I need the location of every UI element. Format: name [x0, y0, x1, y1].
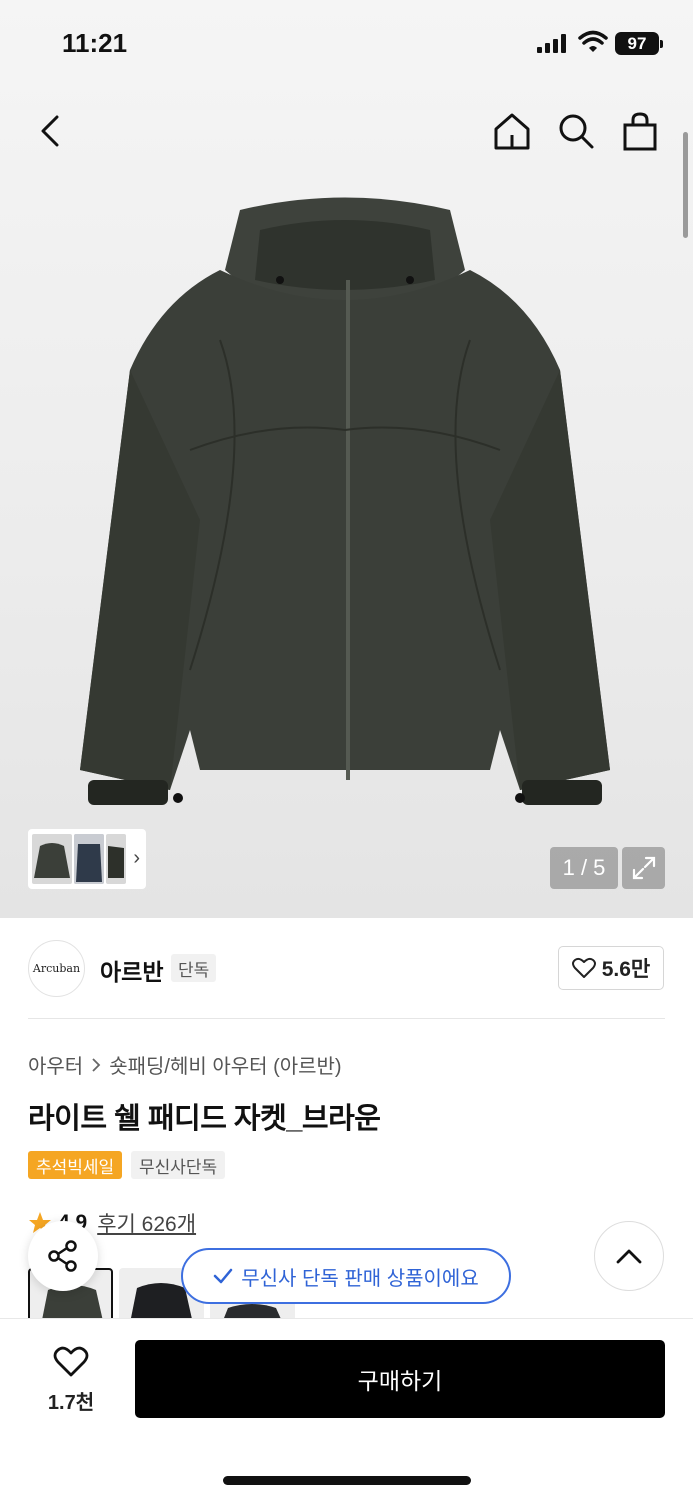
toast-text: 무신사 단독 판매 상품이에요: [241, 1267, 479, 1290]
search-button[interactable]: [553, 108, 599, 154]
home-indicator[interactable]: [223, 1476, 471, 1485]
product-image: [80, 197, 610, 805]
buy-button[interactable]: 구매하기: [135, 1340, 665, 1418]
back-button[interactable]: [28, 108, 74, 154]
exclusive-tag: 단독: [171, 954, 217, 982]
chevron-left-icon: [41, 115, 59, 147]
thumbnail-2[interactable]: [74, 834, 104, 884]
thumbnail-3[interactable]: [106, 834, 126, 884]
check-icon: [214, 1268, 233, 1284]
home-icon: [494, 113, 530, 150]
thumbnail-strip[interactable]: ›: [28, 829, 146, 889]
exclusive-toast: 무신사 단독 판매 상품이에요: [181, 1248, 511, 1304]
product-image-area[interactable]: › 1 / 5: [0, 0, 693, 918]
shopping-bag-icon: [623, 112, 657, 151]
scroll-top-button[interactable]: [594, 1221, 664, 1291]
product-page: › 1 / 5 11:21 97 Arcuban 아르반 단독 5.6만 아우터…: [0, 0, 693, 1500]
share-button[interactable]: [28, 1221, 98, 1291]
image-counter: 1 / 5: [550, 847, 618, 889]
wishlist-button[interactable]: 1.7천: [30, 1340, 112, 1420]
brand-like-button[interactable]: 5.6만: [558, 946, 664, 990]
share-icon: [48, 1240, 77, 1272]
cart-button[interactable]: [617, 108, 663, 154]
battery-indicator: 97: [615, 32, 663, 55]
home-button[interactable]: [489, 108, 535, 154]
brand-name[interactable]: 아르반: [100, 953, 163, 987]
thumbnail-1[interactable]: [32, 834, 72, 884]
breadcrumb-item[interactable]: 숏패딩/헤비 아우터 (아르반): [109, 1050, 341, 1079]
expand-icon: [632, 856, 655, 880]
status-bar: 11:21 97: [0, 0, 693, 90]
sale-badge: 추석빅세일: [28, 1151, 123, 1179]
breadcrumb-item[interactable]: 아우터: [28, 1050, 83, 1079]
breadcrumb: 아우터 숏패딩/헤비 아우터 (아르반): [28, 1050, 342, 1079]
review-link[interactable]: 후기 626개: [97, 1208, 196, 1238]
divider: [28, 1018, 665, 1019]
chevron-right-icon: [92, 1057, 101, 1072]
heart-icon: [571, 957, 596, 978]
signal-icon: [537, 34, 566, 53]
heart-icon: [53, 1346, 89, 1376]
search-icon: [559, 114, 594, 149]
expand-button[interactable]: [622, 847, 665, 889]
chevron-right-icon: ›: [133, 847, 140, 869]
wishlist-count: 1.7천: [47, 1391, 95, 1414]
brand-like-count: 5.6만: [601, 958, 651, 981]
brand-logo[interactable]: Arcuban: [28, 940, 85, 997]
exclusive-badge: 무신사단독: [131, 1151, 226, 1179]
status-time: 11:21: [62, 28, 128, 58]
wifi-icon: [578, 30, 608, 52]
scrollbar[interactable]: [683, 132, 688, 238]
product-title: 라이트 쉘 패디드 자켓_브라운: [28, 1103, 381, 1135]
chevron-up-icon: [616, 1249, 642, 1264]
